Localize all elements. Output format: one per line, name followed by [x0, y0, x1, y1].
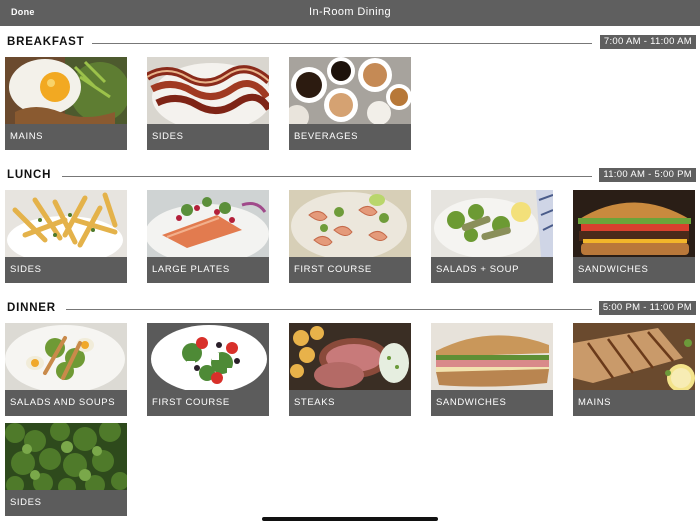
burger-photo [573, 190, 695, 257]
tile-label: LARGE PLATES [147, 257, 269, 283]
egg-salad-photo [5, 323, 127, 390]
top-bar: Done In-Room Dining [0, 0, 700, 26]
tile-label: SALADS + SOUP [431, 257, 553, 283]
menu-tile-dinner-mains[interactable]: MAINS [573, 323, 695, 416]
menu-tile-lunch-first-course[interactable]: FIRST COURSE [289, 190, 411, 283]
tile-label: SANDWICHES [431, 390, 553, 416]
menu-tile-dinner-sandwiches[interactable]: SANDWICHES [431, 323, 553, 416]
tile-label: MAINS [573, 390, 695, 416]
tile-label: FIRST COURSE [147, 390, 269, 416]
divider [66, 309, 592, 310]
section-title: LUNCH [7, 169, 56, 181]
menu-tile-breakfast-mains[interactable]: MAINS [5, 57, 127, 150]
tile-label: BEVERAGES [289, 124, 411, 150]
shrimp-photo [289, 190, 411, 257]
hours-badge: 5:00 PM - 11:00 PM [598, 301, 696, 315]
tile-label: SIDES [5, 257, 127, 283]
tile-label: STEAKS [289, 390, 411, 416]
menu-tile-lunch-salads-soup[interactable]: SALADS + SOUP [431, 190, 553, 283]
salad-photo [431, 190, 553, 257]
salmon-photo [147, 190, 269, 257]
coffee-photo [289, 57, 411, 124]
menu-tile-breakfast-sides[interactable]: SIDES [147, 57, 269, 150]
home-indicator [262, 517, 438, 521]
tile-label: MAINS [5, 124, 127, 150]
section-title: BREAKFAST [7, 36, 89, 48]
hours-badge: 11:00 AM - 5:00 PM [599, 168, 696, 182]
section-header-lunch: LUNCH 11:00 AM - 5:00 PM [6, 168, 696, 184]
steak-photo [289, 323, 411, 390]
menu-tile-dinner-steaks[interactable]: STEAKS [289, 323, 411, 416]
kale-photo [5, 423, 127, 490]
eggs-photo [5, 57, 127, 124]
grilled-fish-photo [573, 323, 695, 390]
section-title: DINNER [7, 302, 60, 314]
tile-label: SALADS AND SOUPS [5, 390, 127, 416]
section-header-breakfast: BREAKFAST 7:00 AM - 11:00 AM [6, 35, 696, 51]
divider [92, 43, 592, 44]
fries-photo [5, 190, 127, 257]
menu-tile-dinner-sides[interactable]: SIDES [5, 423, 127, 516]
tile-label: SANDWICHES [573, 257, 695, 283]
tile-label: FIRST COURSE [289, 257, 411, 283]
hours-badge: 7:00 AM - 11:00 AM [599, 35, 696, 49]
sandwich-photo [431, 323, 553, 390]
menu-tile-dinner-first-course[interactable]: FIRST COURSE [147, 323, 269, 416]
menu-tile-breakfast-beverages[interactable]: BEVERAGES [289, 57, 411, 150]
menu-tile-lunch-sandwiches[interactable]: SANDWICHES [573, 190, 695, 283]
tile-label: SIDES [147, 124, 269, 150]
section-header-dinner: DINNER 5:00 PM - 11:00 PM [6, 301, 696, 317]
greek-salad-photo [147, 323, 269, 390]
menu-tile-lunch-sides[interactable]: SIDES [5, 190, 127, 283]
tile-label: SIDES [5, 490, 127, 516]
bacon-photo [147, 57, 269, 124]
menu-tile-dinner-salads-and-soups[interactable]: SALADS AND SOUPS [5, 323, 127, 416]
divider [62, 176, 592, 177]
menu-tile-lunch-large-plates[interactable]: LARGE PLATES [147, 190, 269, 283]
page-title: In-Room Dining [308, 6, 392, 18]
